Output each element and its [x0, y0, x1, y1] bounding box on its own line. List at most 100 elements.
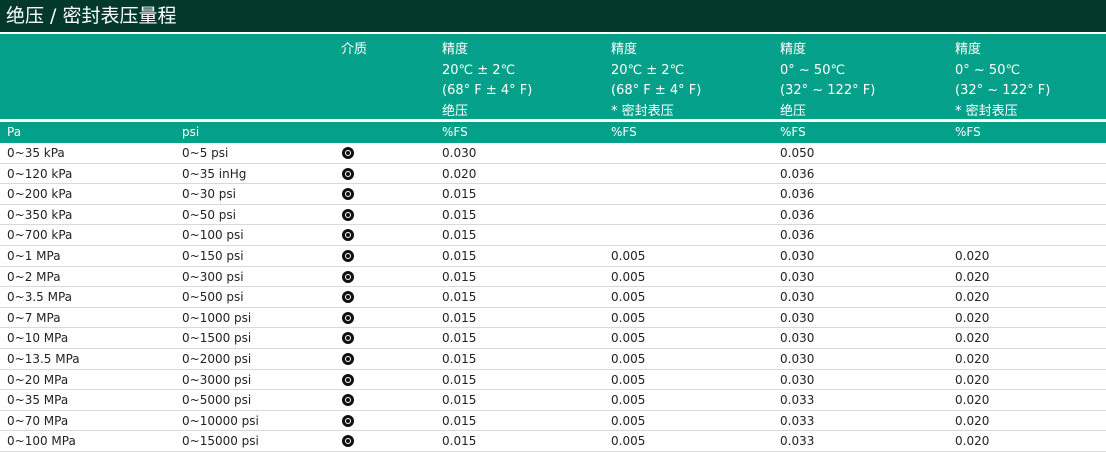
unit-fs: %FS: [611, 125, 637, 139]
gas-medium-icon: [342, 270, 354, 283]
range-psi: 0~1500 psi: [182, 331, 252, 346]
accuracy-value: 0.015: [442, 207, 477, 222]
accuracy-value: 0.036: [780, 228, 815, 243]
accuracy-value: 0.020: [955, 372, 990, 387]
range-psi: 0~500 psi: [182, 290, 244, 305]
table-row: 0~13.5 MPa 0~2000 psi 0.015 0.005 0.030 0.020: [0, 349, 1106, 370]
header-line: (32° ~ 122° F): [955, 83, 1051, 98]
gas-medium-icon: [342, 188, 354, 201]
range-pa: 0~13.5 MPa: [7, 351, 80, 366]
header-line: 绝压: [442, 103, 469, 119]
gas-medium-icon: [342, 435, 354, 448]
range-pa: 0~35 MPa: [7, 393, 69, 408]
accuracy-value: 0.005: [611, 393, 646, 408]
unit-fs: %FS: [780, 125, 806, 139]
header-line: 精度: [780, 42, 807, 57]
table-body: 0~35 kPa 0~5 psi 0.030 0.050 0~120 kPa 0~35 i…: [0, 143, 1106, 452]
accuracy-value: 0.030: [780, 351, 815, 366]
range-psi: 0~5 psi: [182, 146, 229, 160]
unit-pa: Pa: [7, 125, 22, 139]
accuracy-value: 0.015: [442, 310, 477, 325]
table-row: 0~20 MPa 0~3000 psi 0.015 0.005 0.030 0.020: [0, 370, 1106, 391]
accuracy-value: 0.030: [780, 290, 815, 305]
gas-medium-icon: [342, 352, 354, 365]
gas-medium-icon: [342, 249, 354, 262]
accuracy-value: 0.020: [955, 434, 990, 449]
table-row: 0~10 MPa 0~1500 psi 0.015 0.005 0.030 0.020: [0, 328, 1106, 349]
range-pa: 0~700 kPa: [7, 228, 73, 243]
range-pa: 0~20 MPa: [7, 372, 69, 387]
range-pa: 0~7 MPa: [7, 310, 61, 325]
accuracy-column-header: 精度 0° ~ 50℃ (32° ~ 122° F) * 密封表压: [955, 40, 1050, 122]
accuracy-value: 0.015: [442, 434, 477, 449]
table-row: 0~350 kPa 0~50 psi 0.015 0.036: [0, 205, 1106, 226]
header-line: 20℃ ± 2℃: [442, 62, 516, 78]
range-psi: 0~3000 psi: [182, 372, 252, 387]
accuracy-value: 0.020: [955, 331, 990, 346]
gas-medium-icon: [342, 229, 354, 242]
accuracy-value: 0.005: [611, 310, 646, 325]
table-row: 0~35 MPa 0~5000 psi 0.015 0.005 0.033 0.020: [0, 390, 1106, 411]
gas-medium-icon: [342, 332, 354, 345]
header-line: (68° F ± 4° F): [611, 83, 702, 98]
accuracy-value: 0.005: [611, 351, 646, 366]
accuracy-value: 0.020: [955, 310, 990, 325]
header-line: 精度: [955, 42, 982, 57]
range-psi: 0~15000 psi: [182, 434, 259, 449]
header-line: 0° ~ 50℃: [780, 62, 846, 78]
accuracy-value: 0.015: [442, 413, 477, 428]
range-psi: 0~150 psi: [182, 248, 244, 263]
gas-medium-icon: [342, 208, 354, 221]
accuracy-value: 0.036: [780, 207, 815, 222]
range-pa: 0~70 MPa: [7, 413, 69, 428]
accuracy-value: 0.005: [611, 248, 646, 263]
accuracy-value: 0.030: [780, 269, 815, 284]
range-psi: 0~2000 psi: [182, 351, 252, 366]
range-pa: 0~200 kPa: [7, 187, 73, 202]
range-pa: 0~3.5 MPa: [7, 290, 72, 305]
header-line: 精度: [442, 42, 469, 57]
accuracy-value: 0.030: [780, 372, 815, 387]
unit-header-row: Pa psi %FS %FS %FS %FS: [0, 122, 1106, 143]
gas-medium-icon: [342, 291, 354, 304]
range-psi: 0~10000 psi: [182, 413, 259, 428]
accuracy-value: 0.030: [780, 331, 815, 346]
accuracy-value: 0.015: [442, 351, 477, 366]
header-line: (32° ~ 122° F): [780, 83, 876, 98]
range-psi: 0~5000 psi: [182, 393, 252, 408]
accuracy-value: 0.020: [955, 413, 990, 428]
range-psi: 0~100 psi: [182, 228, 244, 243]
accuracy-value: 0.020: [955, 269, 990, 284]
accuracy-value: 0.036: [780, 187, 815, 202]
gas-medium-icon: [342, 167, 354, 180]
header-line: * 密封表压: [611, 103, 674, 119]
accuracy-column-header: 精度 20℃ ± 2℃ (68° F ± 4° F) 绝压: [442, 40, 532, 122]
accuracy-value: 0.033: [780, 393, 815, 408]
unit-psi: psi: [182, 125, 200, 139]
unit-fs: %FS: [955, 125, 981, 139]
accuracy-value: 0.005: [611, 372, 646, 387]
range-psi: 0~50 psi: [182, 207, 236, 222]
gas-medium-icon: [342, 147, 354, 159]
table-row: 0~70 MPa 0~10000 psi 0.015 0.005 0.033 0.020: [0, 411, 1106, 432]
header-line: (68° F ± 4° F): [442, 83, 533, 98]
range-pa: 0~1 MPa: [7, 248, 61, 263]
header-line: * 密封表压: [955, 103, 1018, 119]
accuracy-column-header: 精度 0° ~ 50℃ (32° ~ 122° F) 绝压: [780, 40, 875, 122]
accuracy-value: 0.015: [442, 393, 477, 408]
accuracy-value: 0.030: [780, 310, 815, 325]
accuracy-value: 0.005: [611, 434, 646, 449]
accuracy-value: 0.015: [442, 372, 477, 387]
header-line: 精度: [611, 42, 638, 57]
table-header: 介质 精度 20℃ ± 2℃ (68° F ± 4° F) 绝压 精度 20℃ …: [0, 34, 1106, 119]
gas-medium-icon: [342, 394, 354, 407]
page-title: 绝压 / 密封表压量程: [0, 0, 1106, 34]
range-psi: 0~35 inHg: [182, 166, 247, 181]
table-row: 0~200 kPa 0~30 psi 0.015 0.036: [0, 184, 1106, 205]
range-pa: 0~10 MPa: [7, 331, 69, 346]
header-line: 0° ~ 50℃: [955, 62, 1021, 78]
table-row: 0~120 kPa 0~35 inHg 0.020 0.036: [0, 164, 1106, 185]
table-row: 0~1 MPa 0~150 psi 0.015 0.005 0.030 0.020: [0, 246, 1106, 267]
accuracy-value: 0.015: [442, 187, 477, 202]
range-psi: 0~300 psi: [182, 269, 244, 284]
